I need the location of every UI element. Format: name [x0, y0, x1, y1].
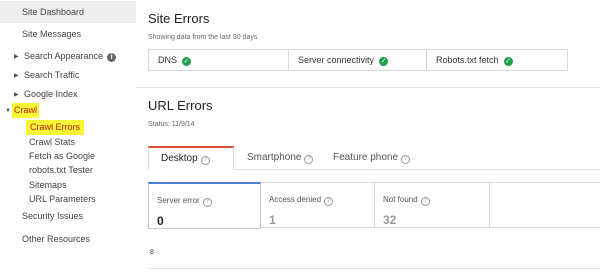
stat-value: 1	[269, 213, 276, 227]
stat-label-row: Access denied?	[269, 189, 374, 207]
check-circle-icon: ✓	[379, 57, 389, 66]
tab-smartphone[interactable]: Smartphone?	[247, 146, 314, 170]
site-error-label: Robots.txt fetch	[436, 55, 499, 65]
sidebar: Site Dashboard Site Messages ▶ Search App…	[0, 0, 136, 272]
stat-value: 0	[157, 214, 164, 228]
sidebar-item-other-resources[interactable]: Other Resources	[0, 228, 136, 250]
stat-label-row: Server error?	[157, 190, 260, 208]
sidebar-item-label: Site Dashboard	[22, 7, 85, 17]
sidebar-subitem-crawl-errors[interactable]: Crawl Errors	[26, 120, 85, 135]
sidebar-item-label: Security Issues	[22, 211, 84, 221]
tab-label: Feature phone	[333, 152, 399, 163]
sidebar-subitem-sitemaps[interactable]: Sitemaps	[29, 180, 67, 191]
sidebar-item-messages[interactable]: Site Messages	[0, 23, 136, 45]
sidebar-item-label: Fetch as Google	[29, 151, 96, 161]
sidebar-item-google-index[interactable]: ▶ Google Index	[0, 83, 136, 105]
chart-axis-label: 8	[150, 249, 154, 256]
url-errors-title: URL Errors	[148, 98, 213, 113]
stat-not-found[interactable]: Not found? 32	[375, 183, 490, 228]
sidebar-item-label: URL Parameters	[29, 194, 96, 204]
sidebar-subitem-url-parameters[interactable]: URL Parameters	[29, 194, 96, 205]
stat-label: Not found	[383, 195, 418, 204]
help-icon[interactable]: ?	[304, 155, 314, 164]
sidebar-item-label: Other Resources	[22, 234, 91, 244]
tab-desktop[interactable]: Desktop?	[148, 146, 234, 170]
sidebar-item-label: Sitemaps	[29, 180, 67, 190]
sidebar-item-label: Google Index	[24, 89, 78, 99]
stat-value: 32	[383, 213, 397, 227]
help-icon[interactable]: ?	[420, 197, 430, 206]
stat-server-error[interactable]: Server error? 0	[148, 182, 261, 229]
check-circle-icon: ✓	[503, 57, 513, 66]
tab-feature-phone[interactable]: Feature phone?	[333, 146, 411, 170]
stat-access-denied[interactable]: Access denied? 1	[261, 183, 375, 228]
stat-label: Access denied	[269, 195, 322, 204]
sidebar-item-security-issues[interactable]: Security Issues	[0, 205, 136, 227]
sidebar-subitem-fetch-as-google[interactable]: Fetch as Google	[29, 151, 95, 162]
sidebar-item-dashboard[interactable]: Site Dashboard	[0, 1, 136, 23]
info-icon[interactable]: i	[107, 53, 117, 62]
site-error-robots-fetch[interactable]: Robots.txt fetch ✓	[427, 50, 567, 70]
sidebar-item-label: Search Appearance	[24, 51, 104, 61]
sidebar-item-crawl[interactable]: Crawl	[12, 103, 40, 118]
check-circle-icon: ✓	[182, 57, 192, 66]
help-icon[interactable]: ?	[324, 197, 334, 206]
tab-label: Smartphone	[247, 152, 302, 163]
stat-label-row: Not found?	[383, 189, 489, 207]
url-errors-status: Status: 11/9/14	[148, 121, 195, 128]
sidebar-subitem-crawl-stats[interactable]: Crawl Stats	[29, 137, 75, 148]
site-errors-summary: DNS ✓ Server connectivity ✓ Robots.txt fet…	[148, 49, 568, 71]
sidebar-item-label: robots.txt Tester	[29, 165, 93, 175]
help-icon[interactable]: ?	[401, 155, 411, 164]
site-error-server-connectivity[interactable]: Server connectivity ✓	[289, 50, 427, 70]
site-errors-subtitle: Showing data from the last 90 days	[148, 34, 258, 41]
section-divider	[136, 87, 600, 88]
tabs-underline	[234, 169, 600, 170]
chart-baseline	[148, 268, 600, 269]
sidebar-item-label: Crawl Stats	[29, 137, 76, 147]
site-error-dns[interactable]: DNS ✓	[149, 50, 289, 70]
url-error-stats: Server error? 0 Access denied? 1 Not fou…	[148, 182, 600, 229]
help-icon[interactable]: ?	[202, 198, 212, 207]
main-content: Site Errors Showing data from the last 9…	[136, 0, 600, 272]
site-error-label: Server connectivity	[298, 55, 375, 65]
site-error-label: DNS	[158, 55, 178, 65]
help-icon[interactable]: ?	[200, 156, 210, 165]
sidebar-item-label: Search Traffic	[24, 70, 80, 80]
sidebar-item-label: Crawl Errors	[30, 122, 81, 132]
tab-label: Desktop	[161, 153, 198, 164]
site-errors-title: Site Errors	[148, 11, 210, 26]
sidebar-item-label: Crawl	[14, 105, 38, 115]
sidebar-item-label: Site Messages	[22, 29, 82, 39]
stat-label: Server error	[157, 196, 200, 205]
device-tabs: Desktop? Smartphone? Feature phone?	[148, 146, 600, 170]
sidebar-subitem-robots-tester[interactable]: robots.txt Tester	[29, 165, 93, 176]
